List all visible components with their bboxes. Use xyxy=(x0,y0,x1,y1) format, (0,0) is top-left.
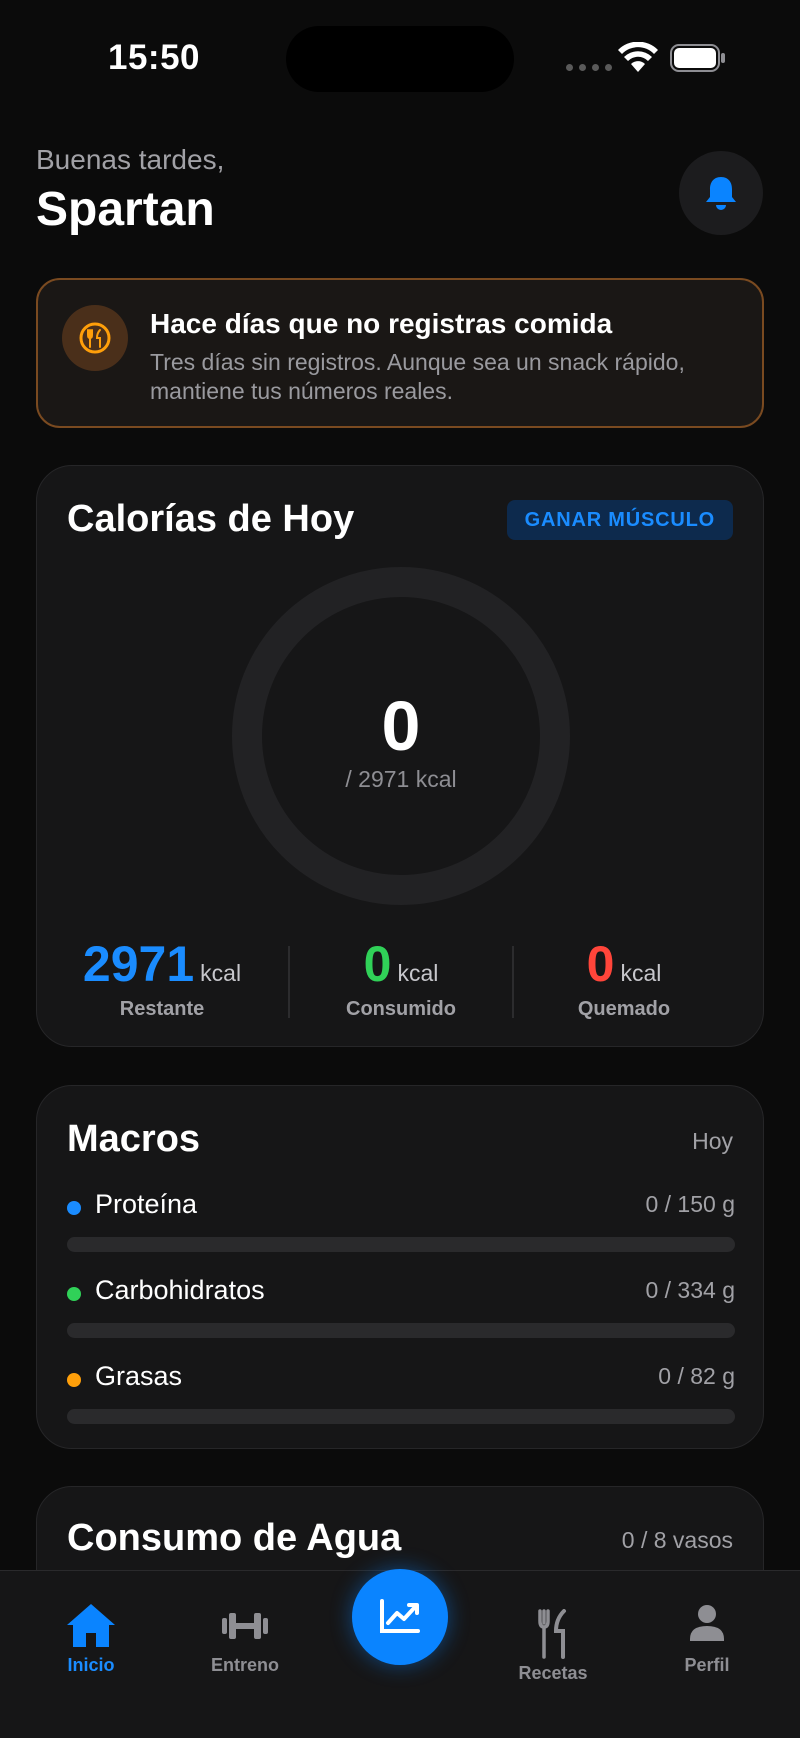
calorie-stats: 2971 kcal Restante 0 kcal Consumido 0 kcal … xyxy=(37,936,765,1026)
stat-consumed-unit: kcal xyxy=(397,960,439,986)
macros-title: Macros xyxy=(67,1118,201,1160)
greeting-text: Buenas tardes, xyxy=(36,144,225,175)
macro-amount: 0 / 82 g xyxy=(658,1363,735,1389)
alert-title: Hace días que no registras comida xyxy=(150,308,613,339)
tab-label: Entreno xyxy=(210,1655,279,1675)
goal-badge: GANAR MÚSCULO xyxy=(506,500,733,540)
macro-name: Proteína xyxy=(95,1189,198,1219)
stat-remaining-value: 2971 xyxy=(82,936,195,992)
stat-remaining: 2971 kcal Restante xyxy=(51,936,273,1021)
macro-row-carbs: Carbohidratos 0 / 334 g xyxy=(67,1275,735,1339)
macros-card: Macros Hoy Proteína 0 / 150 g Carbohidra… xyxy=(36,1085,764,1449)
macro-progress-bar xyxy=(67,1237,735,1252)
tab-perfil[interactable]: Perfil xyxy=(647,1601,767,1676)
status-time: 15:50 xyxy=(108,38,201,77)
wifi-icon xyxy=(618,42,658,72)
progress-fab-button[interactable] xyxy=(352,1569,448,1665)
stat-burned-value: 0 xyxy=(586,936,615,992)
macro-dot xyxy=(67,1287,81,1301)
water-count: 0 / 8 vasos xyxy=(621,1527,733,1553)
food-log-alert[interactable]: Hace días que no registras comida Tres d… xyxy=(36,278,764,428)
stat-burned-unit: kcal xyxy=(620,960,662,986)
tab-bar: Inicio Entreno Recetas Perfil xyxy=(0,1569,800,1738)
person-icon xyxy=(690,1605,724,1641)
water-title: Consumo de Agua xyxy=(67,1517,402,1559)
tab-entreno[interactable]: Entreno xyxy=(185,1601,305,1676)
tab-inicio[interactable]: Inicio xyxy=(31,1601,151,1676)
macro-dot xyxy=(67,1373,81,1387)
macro-amount: 0 / 150 g xyxy=(645,1191,735,1217)
macros-period: Hoy xyxy=(692,1128,733,1154)
macro-amount: 0 / 334 g xyxy=(645,1277,735,1303)
macro-progress-bar xyxy=(67,1323,735,1338)
calories-consumed-value: 0 xyxy=(381,687,421,765)
calories-title: Calorías de Hoy xyxy=(67,498,355,540)
notifications-button[interactable] xyxy=(679,151,763,235)
home-screen: 15:50 Buenas tardes, Spartan Hace días q… xyxy=(0,0,800,1738)
cellular-signal-icon xyxy=(566,64,612,71)
alert-body: Tres días sin registros. Aunque sea un s… xyxy=(150,349,685,404)
macro-dot xyxy=(67,1201,81,1215)
status-bar: 15:50 xyxy=(0,0,800,110)
user-name: Spartan xyxy=(36,183,215,236)
tab-label: Perfil xyxy=(684,1655,730,1675)
utensils-icon xyxy=(62,305,128,371)
macro-name: Carbohidratos xyxy=(95,1275,265,1305)
stat-consumed-value: 0 xyxy=(363,936,392,992)
macro-name: Grasas xyxy=(95,1361,183,1391)
stat-remaining-unit: kcal xyxy=(200,960,242,986)
fork-knife-icon xyxy=(538,1609,566,1659)
tab-label: Recetas xyxy=(518,1663,588,1683)
macro-row-protein: Proteína 0 / 150 g xyxy=(67,1189,735,1253)
tab-recetas[interactable]: Recetas xyxy=(493,1601,613,1684)
stat-consumed-label: Consumido xyxy=(346,998,456,1020)
stat-remaining-label: Restante xyxy=(119,998,205,1020)
bell-icon xyxy=(706,177,736,210)
chart-trend-icon xyxy=(380,1599,420,1633)
macro-row-fats: Grasas 0 / 82 g xyxy=(67,1361,735,1425)
dynamic-island xyxy=(286,26,514,92)
stat-burned: 0 kcal Quemado xyxy=(513,936,735,1021)
stat-burned-label: Quemado xyxy=(577,998,671,1020)
battery-icon xyxy=(670,44,725,72)
macro-progress-bar xyxy=(67,1409,735,1424)
dumbbell-icon xyxy=(222,1613,268,1639)
calories-target: / 2971 kcal xyxy=(345,766,457,792)
tab-label: Inicio xyxy=(67,1655,115,1675)
calories-card: Calorías de Hoy GANAR MÚSCULO 0 / 2971 k… xyxy=(36,465,764,1047)
house-icon xyxy=(67,1604,115,1647)
stat-consumed: 0 kcal Consumido xyxy=(290,936,512,1021)
